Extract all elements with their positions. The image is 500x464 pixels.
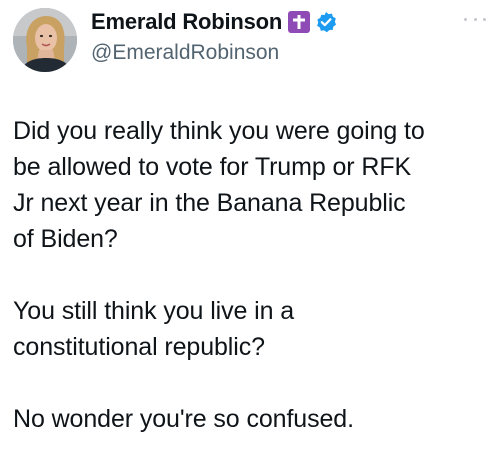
tweet: Emerald Robinson @EmeraldRobinson Did yo… [0,0,500,464]
tweet-text: Did you really think you were going to b… [13,113,491,437]
avatar-photo [13,8,77,72]
avatar[interactable] [13,8,77,72]
name-row: Emerald Robinson [91,8,460,36]
verified-checkmark-icon[interactable] [315,11,337,33]
tweet-paragraph: Did you really think you were going to b… [13,117,425,253]
tweet-paragraph: No wonder you're so confused. [13,405,354,433]
display-name[interactable]: Emerald Robinson [91,9,282,35]
tweet-paragraph: You still think you live in a constituti… [13,297,295,361]
tweet-header: Emerald Robinson @EmeraldRobinson [91,8,460,65]
more-dot [473,17,477,21]
more-options-icon[interactable] [464,14,486,24]
cross-badge-icon [288,11,311,33]
more-dot [483,17,486,21]
more-dot [464,17,467,21]
handle[interactable]: @EmeraldRobinson [91,41,460,65]
